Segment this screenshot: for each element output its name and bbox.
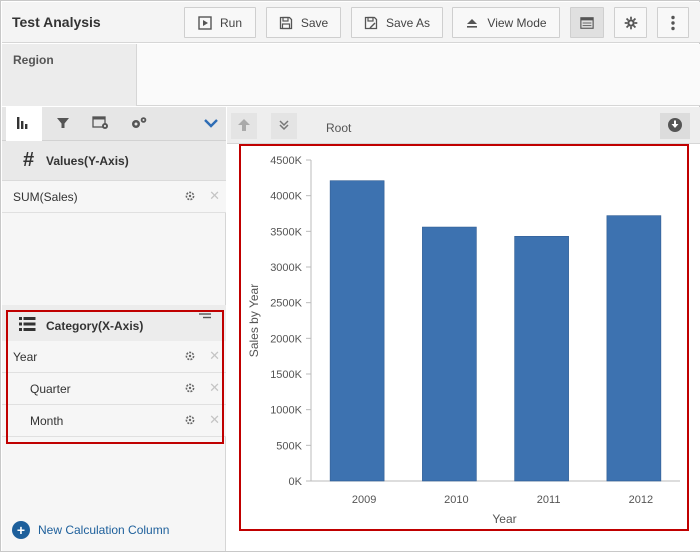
new-calculation-label: New Calculation Column	[38, 523, 170, 537]
play-icon	[198, 15, 212, 30]
values-field-label: SUM(Sales)	[13, 190, 78, 204]
region-drop-zone[interactable]: Region	[2, 44, 700, 106]
region-label-box: Region	[2, 44, 137, 106]
view-mode-label: View Mode	[487, 15, 547, 30]
breadcrumb-root[interactable]: Root	[326, 121, 351, 135]
field-settings-icon[interactable]	[184, 190, 196, 202]
save-label: Save	[300, 15, 329, 30]
category-highlight-box	[6, 310, 224, 444]
view-mode-button[interactable]: View Mode	[452, 7, 560, 38]
layout-toggle-button[interactable]	[570, 7, 604, 38]
filter-icon	[56, 116, 70, 133]
values-field-row[interactable]: SUM(Sales) ✕	[2, 181, 226, 213]
bar-chart-icon	[16, 116, 32, 133]
plus-circle-icon: +	[12, 521, 30, 539]
double-chevron-down-icon	[278, 119, 290, 134]
window-gear-icon	[92, 115, 110, 133]
values-section-title: Values(Y-Axis)	[46, 154, 129, 168]
eject-icon	[465, 16, 479, 30]
chevron-down-icon	[203, 117, 219, 132]
values-section-header: # Values(Y-Axis)	[2, 141, 226, 181]
region-label: Region	[13, 53, 54, 67]
floppy-icon	[279, 16, 293, 30]
gears-icon	[130, 116, 148, 133]
run-label: Run	[219, 15, 242, 30]
drill-up-button[interactable]	[231, 113, 257, 139]
save-as-button[interactable]: Save As	[351, 7, 443, 38]
run-button[interactable]: Run	[184, 7, 256, 38]
hash-icon: #	[23, 149, 35, 171]
panel-tabs	[2, 107, 226, 141]
analysis-window: Test Analysis Run Save Save As View Mode	[0, 0, 700, 552]
drill-down-button[interactable]	[271, 113, 297, 139]
new-calculation-column-link[interactable]: + New Calculation Column	[12, 521, 169, 539]
top-toolbar: Test Analysis Run Save Save As View Mode	[2, 2, 700, 43]
page-title: Test Analysis	[12, 14, 101, 30]
chart-highlight-box	[239, 144, 689, 531]
tab-calc-settings[interactable]	[91, 114, 111, 134]
save-as-label: Save As	[385, 15, 431, 30]
remove-field-icon[interactable]: ✕	[209, 188, 220, 204]
tab-chart-fields[interactable]	[6, 107, 42, 141]
export-button[interactable]	[660, 113, 690, 139]
save-button[interactable]: Save	[266, 7, 341, 38]
more-menu-button[interactable]	[657, 7, 689, 38]
chart-nav-bar: Root	[227, 107, 700, 144]
download-circle-icon	[667, 117, 683, 136]
tab-filter[interactable]	[53, 114, 73, 134]
settings-button[interactable]	[614, 7, 647, 38]
gear-icon	[624, 16, 638, 30]
collapse-panel-toggle[interactable]	[201, 114, 221, 134]
window-layout-icon	[580, 16, 594, 30]
vertical-dots-icon	[666, 15, 680, 30]
arrow-up-icon	[237, 118, 251, 135]
tab-advanced-settings[interactable]	[129, 114, 149, 134]
floppy-pencil-icon	[364, 16, 378, 30]
